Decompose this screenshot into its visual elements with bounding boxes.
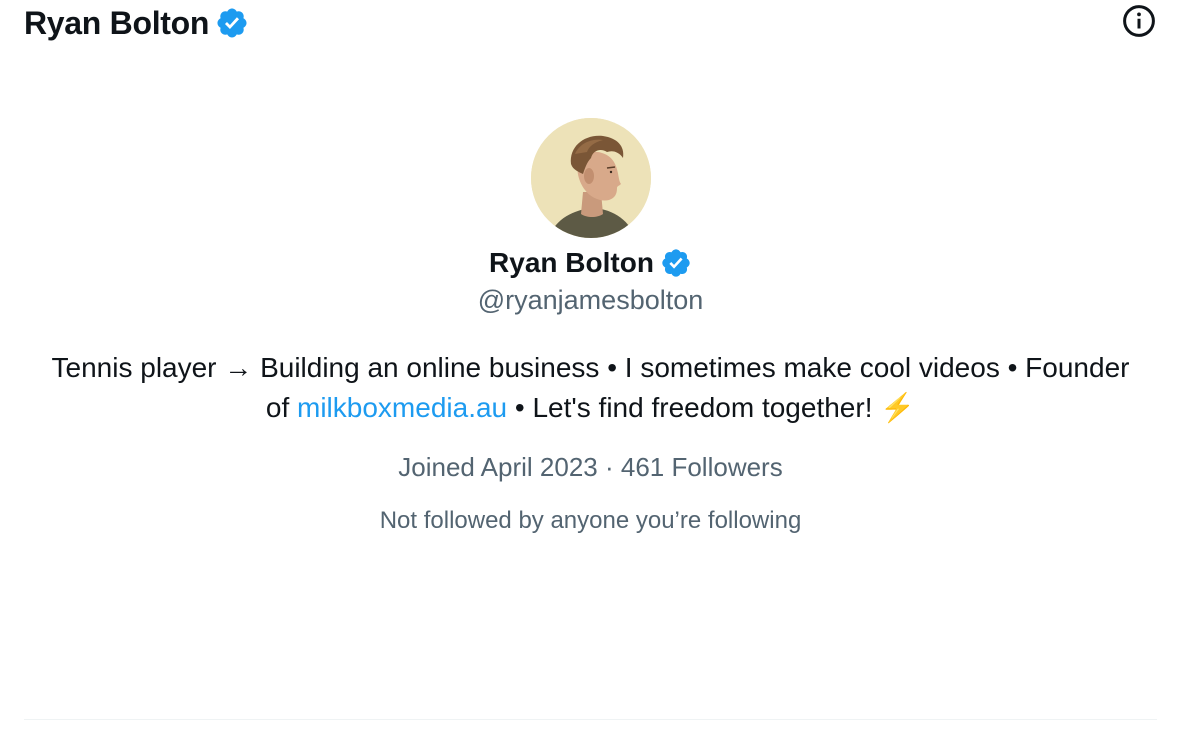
header-name: Ryan Bolton <box>24 4 210 41</box>
header-title: Ryan Bolton <box>24 5 249 42</box>
name-row: Ryan Bolton <box>489 245 692 281</box>
mutual-followers-text: Not followed by anyone you’re following <box>379 507 802 534</box>
profile-summary: Ryan Bolton @ryanjamesbolton Tennis play… <box>0 118 1181 535</box>
profile-bio: Tennis player → Building an online busin… <box>41 348 1141 428</box>
avatar[interactable] <box>530 118 651 238</box>
info-button[interactable] <box>1119 3 1159 43</box>
verified-badge-icon <box>660 247 692 279</box>
followers-count[interactable]: 461 Followers <box>621 452 783 482</box>
profile-about-page: Ryan Bolton Ryan Bolton @ryanjamesbolton… <box>0 0 1181 733</box>
verified-badge-icon <box>215 6 249 40</box>
info-icon <box>1121 3 1157 44</box>
joined-date: Joined April 2023 <box>398 452 598 482</box>
bio-link[interactable]: milkboxmedia.au <box>297 392 507 423</box>
bio-text-end: • Let's find freedom together! ⚡️ <box>507 392 916 423</box>
profile-handle: @ryanjamesbolton <box>477 285 704 315</box>
meta-separator: · <box>597 452 621 482</box>
divider <box>24 719 1157 720</box>
header: Ryan Bolton <box>24 0 1157 46</box>
profile-name: Ryan Bolton <box>489 247 654 278</box>
profile-meta: Joined April 2023 · 461 Followers <box>398 452 782 483</box>
